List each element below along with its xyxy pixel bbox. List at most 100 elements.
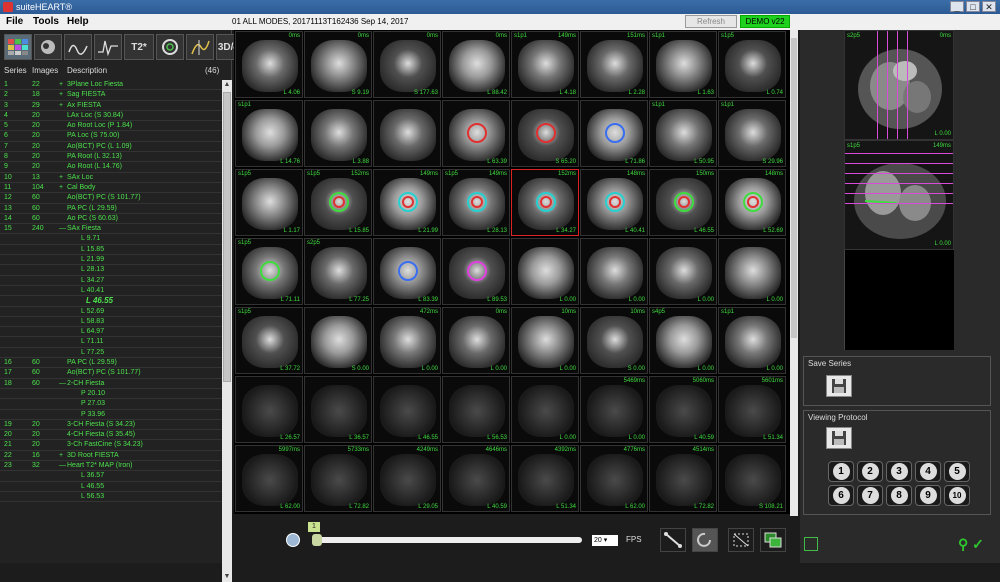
- series-row[interactable]: 22 16 +3D Root FIESTA: [0, 451, 222, 461]
- protocol-button-1[interactable]: 1: [828, 461, 854, 482]
- image-viewport[interactable]: L 36.57: [304, 376, 372, 443]
- collapse-icon[interactable]: —: [59, 379, 66, 389]
- menu-tools[interactable]: Tools: [33, 14, 59, 30]
- expand-icon[interactable]: +: [59, 101, 63, 111]
- series-row[interactable]: L 71.11: [0, 337, 222, 348]
- waveform-tool[interactable]: [94, 34, 122, 60]
- rotate-button[interactable]: [692, 528, 718, 552]
- endocardial-contour[interactable]: [333, 196, 345, 208]
- image-viewport[interactable]: L 0.00: [649, 238, 717, 305]
- series-row[interactable]: 17 60 Ao(BCT) PC (S 101.77): [0, 368, 222, 379]
- contour-roi[interactable]: [260, 261, 280, 281]
- image-viewport[interactable]: S 0.00: [304, 307, 372, 374]
- image-viewport[interactable]: 472ms L 0.00: [373, 307, 441, 374]
- expand-icon[interactable]: +: [59, 451, 63, 461]
- expand-icon[interactable]: +: [59, 80, 63, 90]
- contour-roi[interactable]: [605, 123, 625, 143]
- image-viewport[interactable]: s1p1 L 50.95: [649, 100, 717, 167]
- image-viewport[interactable]: 5997ms L 62.00: [235, 445, 303, 512]
- series-row[interactable]: L 52.69: [0, 307, 222, 317]
- series-row[interactable]: 1 22 +3Plane Loc Fiesta: [0, 80, 222, 91]
- image-viewport[interactable]: s1p1 L 1.63: [649, 31, 717, 98]
- image-viewport[interactable]: 10ms L 0.00: [511, 307, 579, 374]
- image-viewport[interactable]: L 26.57: [235, 376, 303, 443]
- image-viewport[interactable]: L 0.00: [580, 238, 648, 305]
- image-viewport[interactable]: s1p1 S 29.96: [718, 100, 786, 167]
- tissue-characterization-tool[interactable]: [156, 34, 184, 60]
- expand-icon[interactable]: +: [59, 183, 63, 193]
- contour-roi[interactable]: [467, 261, 487, 281]
- series-row[interactable]: 13 60 PA PC (L 29.59): [0, 204, 222, 214]
- image-viewport[interactable]: L 63.39: [442, 100, 510, 167]
- series-row[interactable]: 20 20 4-CH Fiesta (S 35.45): [0, 430, 222, 441]
- series-row[interactable]: L 56.53: [0, 492, 222, 503]
- image-viewport[interactable]: L 83.39: [373, 238, 441, 305]
- series-row[interactable]: 7 20 Ao(BCT) PC (L 1.09): [0, 142, 222, 153]
- image-viewport[interactable]: 149ms L 21.99: [373, 169, 441, 236]
- endocardial-contour[interactable]: [747, 196, 759, 208]
- series-row[interactable]: 8 20 PA Root (L 32.13): [0, 152, 222, 163]
- image-viewport[interactable]: L 0.00: [511, 238, 579, 305]
- export-report-icon[interactable]: [804, 537, 818, 551]
- fps-select[interactable]: 20 ▾: [592, 535, 618, 546]
- save-series-button[interactable]: [826, 375, 852, 397]
- grid-scrollbar-thumb[interactable]: [791, 38, 797, 338]
- scrollbar-thumb[interactable]: [223, 92, 231, 382]
- protocol-button-2[interactable]: 2: [857, 461, 883, 482]
- t2-star-tool[interactable]: T2*: [124, 34, 154, 60]
- maximize-button[interactable]: □: [966, 1, 980, 12]
- series-row[interactable]: P 27.03: [0, 399, 222, 410]
- image-viewport[interactable]: L 56.53: [442, 376, 510, 443]
- series-row[interactable]: 11 104 + Cal Body: [0, 183, 222, 194]
- image-viewport[interactable]: s1p1 L 14.76: [235, 100, 303, 167]
- expand-icon[interactable]: +: [59, 90, 63, 100]
- series-row[interactable]: 12 60 Ao(BCT) PC (S 101.77): [0, 193, 222, 204]
- collapse-icon[interactable]: —: [59, 224, 66, 234]
- myocardial-evaluation-tool[interactable]: [186, 34, 214, 60]
- image-viewport[interactable]: 5601ms L 51.34: [718, 376, 786, 443]
- image-viewport[interactable]: s1p5 149ms L 28.13: [442, 169, 510, 236]
- series-row[interactable]: 15 240 — SAx Fiesta: [0, 224, 222, 235]
- contour-roi[interactable]: [467, 123, 487, 143]
- image-viewport[interactable]: s1p5 L 0.74: [718, 31, 786, 98]
- image-viewport[interactable]: 0ms L 0.00: [442, 307, 510, 374]
- image-viewport[interactable]: S 65.20: [511, 100, 579, 167]
- image-viewport[interactable]: 151ms L 2.28: [580, 31, 648, 98]
- protocol-button-7[interactable]: 7: [857, 485, 883, 506]
- close-button[interactable]: ✕: [982, 1, 996, 12]
- series-row[interactable]: L 46.55: [0, 296, 222, 307]
- search-icon[interactable]: ⚲: [958, 536, 968, 552]
- col-description-header[interactable]: Description: [67, 66, 107, 75]
- series-list-scrollbar[interactable]: ▲ ▼: [222, 80, 232, 582]
- image-viewport[interactable]: 10ms S 0.00: [580, 307, 648, 374]
- image-viewport[interactable]: 5060ms L 40.59: [649, 376, 717, 443]
- crop-grid-button[interactable]: [728, 528, 754, 552]
- image-viewport[interactable]: 148ms L 40.41: [580, 169, 648, 236]
- series-row[interactable]: L 58.83: [0, 317, 222, 328]
- endocardial-contour[interactable]: [540, 196, 552, 208]
- image-viewport[interactable]: 4514ms L 72.82: [649, 445, 717, 512]
- image-viewport[interactable]: S 108.21: [718, 445, 786, 512]
- image-viewport[interactable]: 5733ms L 72.82: [304, 445, 372, 512]
- image-viewport[interactable]: 4646ms L 40.59: [442, 445, 510, 512]
- endocardial-contour[interactable]: [678, 196, 690, 208]
- protocol-button-5[interactable]: 5: [944, 461, 970, 482]
- cine-slider[interactable]: [312, 534, 582, 546]
- series-row[interactable]: 2 18 + Sag FIESTA: [0, 90, 222, 101]
- series-row[interactable]: L 15.85: [0, 245, 222, 256]
- checkmark-icon[interactable]: ✓: [972, 536, 984, 552]
- series-row[interactable]: 19 20 3-CH Fiesta (S 34.23): [0, 420, 222, 431]
- series-row[interactable]: 14 60 Ao PC (S 60.63): [0, 214, 222, 225]
- function-analysis-tool[interactable]: [34, 34, 62, 60]
- reference-image-bottom[interactable]: s1p5 149ms L 0.00: [844, 140, 954, 250]
- collapse-icon[interactable]: —: [59, 461, 66, 471]
- menu-help[interactable]: Help: [67, 14, 89, 30]
- play-button[interactable]: [286, 533, 300, 547]
- series-row[interactable]: L 9.71: [0, 234, 222, 245]
- series-row[interactable]: L 64.97: [0, 327, 222, 338]
- scroll-down-arrow-icon[interactable]: ▼: [222, 572, 232, 582]
- image-viewport[interactable]: s1p5 L 37.72: [235, 307, 303, 374]
- refresh-button[interactable]: Refresh: [685, 15, 737, 28]
- image-viewport[interactable]: s2p5 L 77.25: [304, 238, 372, 305]
- series-row[interactable]: L 46.55: [0, 482, 222, 492]
